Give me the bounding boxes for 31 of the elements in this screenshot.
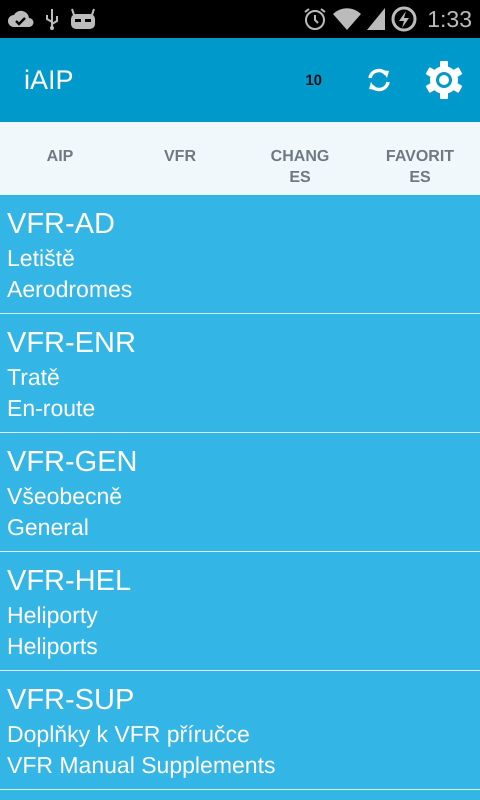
item-name-czech: Tratě bbox=[7, 363, 61, 392]
item-name-english: General bbox=[7, 513, 90, 542]
update-count: 10 bbox=[305, 72, 322, 88]
wifi-icon bbox=[333, 8, 362, 30]
item-code: VFR-GEN bbox=[7, 445, 138, 480]
item-code: VFR-ENR bbox=[7, 326, 137, 361]
list-item[interactable]: VFR-GEN Všeobecně General bbox=[0, 433, 480, 552]
item-name-english: En-route bbox=[7, 394, 96, 423]
list-item[interactable]: VFR-HEL Heliporty Heliports bbox=[0, 552, 480, 671]
item-name-czech: Doplňky k VFR příručce bbox=[7, 720, 251, 749]
signal-icon bbox=[367, 8, 386, 30]
list-item[interactable]: VFR-SUP Doplňky k VFR příručce VFR Manual Supplements bbox=[0, 671, 480, 790]
clock-time: 1:33 bbox=[427, 6, 472, 32]
settings-icon[interactable] bbox=[424, 60, 464, 100]
item-name-english: Heliports bbox=[7, 632, 99, 661]
item-name-czech: Heliporty bbox=[7, 601, 99, 630]
list-item[interactable]: VFR-AD Letiště Aerodromes bbox=[0, 195, 480, 314]
item-name-czech: Letiště bbox=[7, 244, 76, 273]
item-name-czech: Všeobecně bbox=[7, 482, 124, 511]
usb-icon bbox=[44, 8, 60, 30]
item-code: VFR-AD bbox=[7, 207, 116, 242]
app-title: iAIP bbox=[24, 64, 75, 96]
item-name-english: VFR Manual Supplements bbox=[7, 751, 276, 780]
list-item[interactable]: VFR-ENR Tratě En-route bbox=[0, 314, 480, 433]
item-name-english: Aerodromes bbox=[7, 275, 134, 304]
robot-icon bbox=[70, 8, 96, 30]
alarm-icon bbox=[303, 7, 328, 31]
item-code: VFR-SUP bbox=[7, 683, 136, 718]
cloud-check-icon bbox=[8, 9, 34, 29]
battery-charging-icon bbox=[391, 6, 418, 32]
item-code: VFR-HEL bbox=[7, 564, 132, 599]
